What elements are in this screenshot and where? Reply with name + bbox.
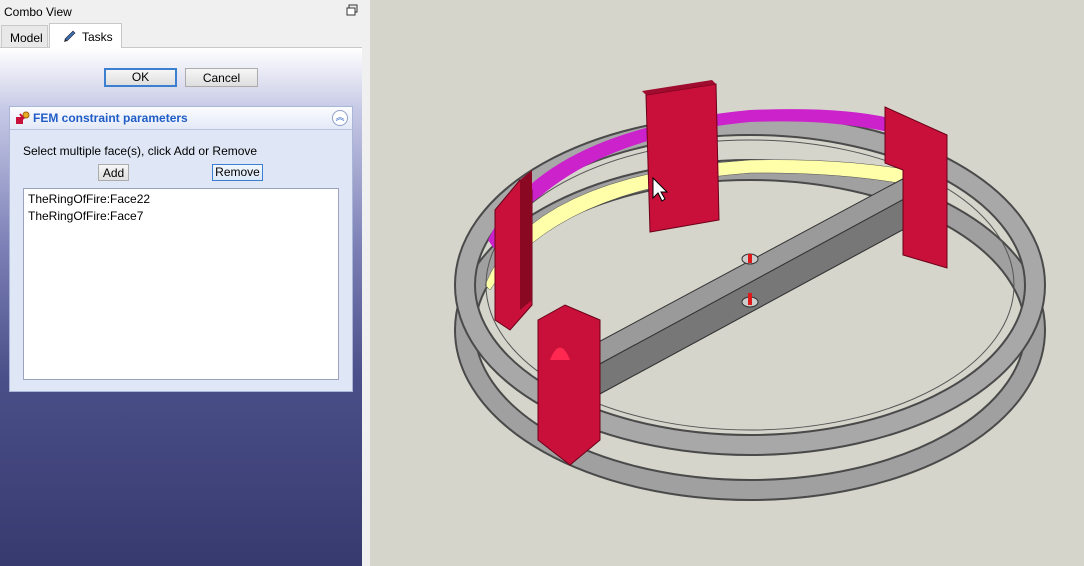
tab-model-label: Model <box>10 31 43 45</box>
group-title: FEM constraint parameters <box>33 111 188 125</box>
add-button[interactable]: Add <box>98 164 129 181</box>
cancel-button[interactable]: Cancel <box>185 68 258 87</box>
tab-tasks[interactable]: Tasks <box>49 23 122 48</box>
splitter[interactable] <box>362 0 370 566</box>
constraint-block-top <box>645 83 720 233</box>
ok-button[interactable]: OK <box>104 68 177 87</box>
combo-view: Combo View Model Tasks OK Cancel FEM con… <box>0 0 362 566</box>
group-header[interactable]: FEM constraint parameters ︽ <box>10 107 352 130</box>
float-window-icon[interactable] <box>346 4 358 16</box>
pencil-icon <box>62 27 78 43</box>
group-body: Select multiple face(s), click Add or Re… <box>10 130 352 391</box>
tab-tasks-label: Tasks <box>82 30 113 44</box>
fem-constraint-icon <box>15 110 31 126</box>
list-item[interactable]: TheRingOfFire:Face7 <box>28 209 143 223</box>
constraint-block-front <box>537 304 601 466</box>
combo-view-title: Combo View <box>4 5 72 19</box>
fem-constraint-group: FEM constraint parameters ︽ Select multi… <box>9 106 353 392</box>
collapse-up-icon[interactable]: ︽ <box>332 110 348 126</box>
tab-model[interactable]: Model <box>1 25 48 47</box>
instruction-text: Select multiple face(s), click Add or Re… <box>23 144 258 158</box>
combo-view-title-bar: Combo View <box>0 0 362 24</box>
remove-button[interactable]: Remove <box>212 164 263 181</box>
list-item[interactable]: TheRingOfFire:Face22 <box>28 192 150 206</box>
model-render <box>454 80 1046 501</box>
task-panel: OK Cancel FEM constraint parameters ︽ Se… <box>0 48 362 566</box>
3d-viewport[interactable] <box>370 0 1084 566</box>
face-list[interactable]: TheRingOfFire:Face22 TheRingOfFire:Face7 <box>23 188 339 380</box>
combo-tabbar: Model Tasks <box>0 23 362 48</box>
beam-upper <box>563 174 932 373</box>
